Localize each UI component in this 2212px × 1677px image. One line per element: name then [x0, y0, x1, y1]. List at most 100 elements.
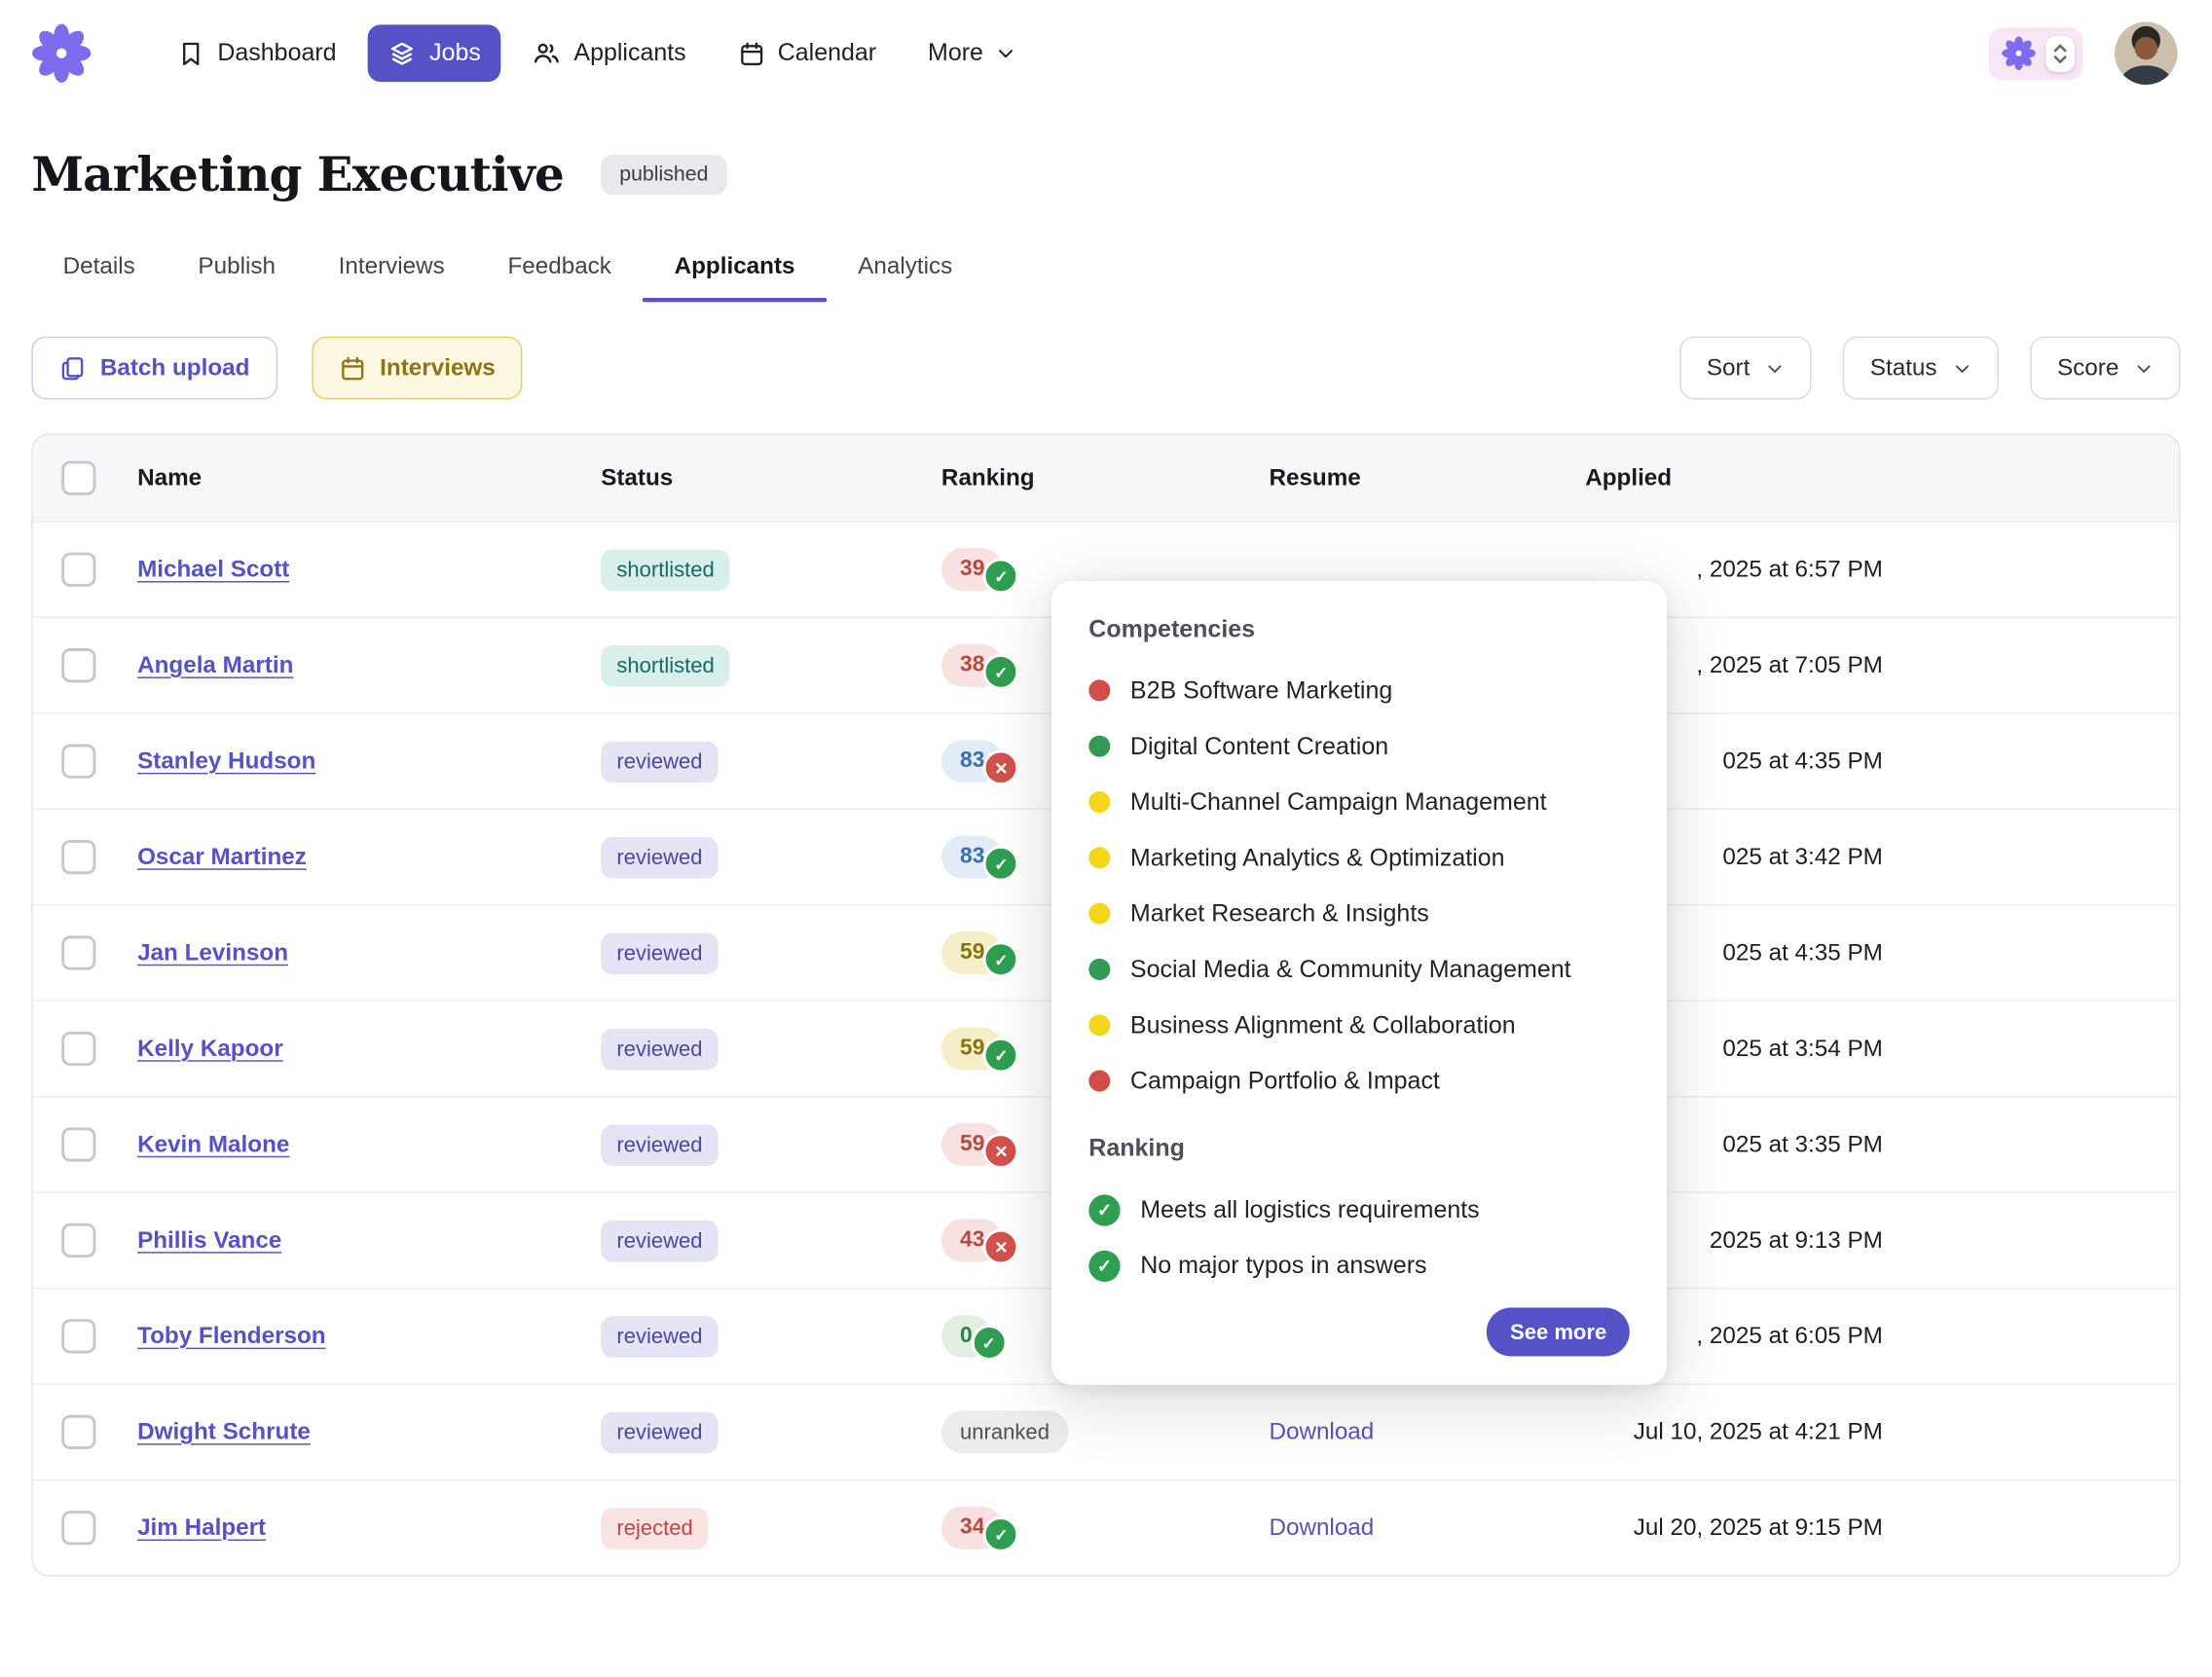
interviews-label: Interviews — [380, 354, 496, 382]
name-cell: Jan Levinson — [137, 939, 601, 966]
row-checkbox[interactable] — [61, 648, 95, 682]
app: DashboardJobs Applicants CalendarMore — [0, 18, 2212, 1677]
candidate-link[interactable]: Michael Scott — [137, 556, 289, 583]
status-badge: reviewed — [601, 1220, 719, 1261]
candidate-link[interactable]: Dwight Schrute — [137, 1418, 311, 1445]
ranking-value: 59 — [960, 1036, 984, 1061]
status-badge: reviewed — [601, 836, 719, 878]
name-cell: Angela Martin — [137, 652, 601, 679]
bookmark-icon — [177, 40, 204, 67]
status-cell: reviewed — [601, 1220, 941, 1261]
ranking-pill: 34✓ — [941, 1507, 1004, 1549]
row-checkbox[interactable] — [61, 1223, 95, 1258]
nav-item-dashboard[interactable]: Dashboard — [158, 24, 357, 82]
nav-item-applicants[interactable]: Applicants — [512, 24, 706, 82]
applied-date: , 2025 at 6:57 PM — [1585, 556, 1883, 583]
tab-applicants[interactable]: Applicants — [643, 237, 827, 303]
name-cell: Dwight Schrute — [137, 1418, 601, 1445]
status-badge: shortlisted — [601, 549, 730, 591]
ranking-value: 38 — [960, 652, 984, 677]
table-row: Dwight SchrutereviewedunrankedDownloadJu… — [33, 1383, 2179, 1478]
ranking-pill: 83✕ — [941, 740, 1004, 783]
candidate-link[interactable]: Jim Halpert — [137, 1514, 266, 1542]
competency-label: Digital Content Creation — [1130, 732, 1388, 760]
candidate-link[interactable]: Angela Martin — [137, 652, 293, 679]
ranking-value: 83 — [960, 748, 984, 774]
tab-publish[interactable]: Publish — [166, 237, 307, 303]
competency-label: Social Media & Community Management — [1130, 955, 1571, 983]
user-avatar[interactable] — [2115, 21, 2178, 85]
pages-icon — [58, 354, 86, 382]
competency-item: Social Media & Community Management — [1088, 941, 1629, 997]
status-dropdown-label: Status — [1870, 354, 1937, 382]
table-row: Jim Halpertrejected34✓DownloadJul 20, 20… — [33, 1479, 2179, 1575]
ranking-value: 0 — [960, 1324, 973, 1349]
competencies-popover: Competencies B2B Software MarketingDigit… — [1051, 581, 1667, 1385]
column-header-label: Applied — [1585, 464, 1672, 492]
row-checkbox-cell — [33, 935, 137, 969]
tab-details[interactable]: Details — [31, 237, 166, 303]
batch-upload-button[interactable]: Batch upload — [31, 337, 276, 400]
applied-cell: 025 at 3:54 PM — [1585, 1036, 2180, 1063]
competency-dot-yellow — [1088, 791, 1110, 813]
resume-cell: Download — [1269, 1514, 1585, 1542]
nav-item-jobs[interactable]: Jobs — [368, 24, 501, 82]
check-icon: ✓ — [983, 1038, 1019, 1074]
app-logo-flower-icon[interactable] — [31, 23, 92, 84]
sort-dropdown-label: Sort — [1707, 354, 1750, 382]
candidate-link[interactable]: Jan Levinson — [137, 939, 288, 966]
competency-item: Digital Content Creation — [1088, 718, 1629, 774]
workspace-switcher[interactable] — [1989, 27, 2083, 80]
row-checkbox[interactable] — [61, 1511, 95, 1545]
see-more-button[interactable]: See more — [1487, 1307, 1629, 1356]
row-checkbox[interactable] — [61, 1319, 95, 1353]
competency-item: Marketing Analytics & Optimization — [1088, 830, 1629, 886]
score-dropdown-label: Score — [2057, 354, 2119, 382]
people-icon — [533, 39, 561, 67]
row-checkbox[interactable] — [61, 935, 95, 969]
candidate-link[interactable]: Toby Flenderson — [137, 1323, 326, 1350]
tab-interviews[interactable]: Interviews — [307, 237, 476, 303]
candidate-link[interactable]: Stanley Hudson — [137, 747, 315, 775]
applied-cell: Jul 20, 2025 at 9:15 PM — [1585, 1514, 2180, 1542]
row-checkbox[interactable] — [61, 745, 95, 779]
interviews-button[interactable]: Interviews — [312, 337, 523, 400]
status-dropdown[interactable]: Status — [1843, 337, 1999, 400]
candidate-link[interactable]: Phillis Vance — [137, 1226, 281, 1254]
tab-analytics[interactable]: Analytics — [827, 237, 984, 303]
sort-dropdown[interactable]: Sort — [1679, 337, 1812, 400]
batch-upload-label: Batch upload — [100, 354, 250, 382]
row-checkbox[interactable] — [61, 1415, 95, 1449]
row-checkbox-cell — [33, 1127, 137, 1161]
ranking-value: 39 — [960, 557, 984, 582]
candidate-link[interactable]: Kevin Malone — [137, 1131, 289, 1158]
row-checkbox[interactable] — [61, 840, 95, 874]
ranking-pill: 59✓ — [941, 1027, 1004, 1070]
check-icon: ✓ — [983, 941, 1019, 977]
tab-feedback[interactable]: Feedback — [476, 237, 643, 303]
row-checkbox[interactable] — [61, 1127, 95, 1161]
row-checkbox[interactable] — [61, 553, 95, 587]
resume-download-link[interactable]: Download — [1269, 1514, 1374, 1542]
ranking-item: ✓No major typos in answers — [1088, 1237, 1629, 1293]
nav-item-more[interactable]: More — [907, 24, 1036, 82]
resume-download-link[interactable]: Download — [1269, 1418, 1374, 1445]
row-checkbox[interactable] — [61, 1032, 95, 1066]
ranking-cell: 34✓ — [941, 1507, 1270, 1549]
competency-dot-red — [1088, 1071, 1110, 1092]
score-dropdown[interactable]: Score — [2030, 337, 2180, 400]
nav-item-label: Applicants — [573, 39, 685, 67]
candidate-link[interactable]: Kelly Kapoor — [137, 1036, 283, 1063]
check-icon: ✓ — [983, 1516, 1019, 1552]
row-checkbox-cell — [33, 1415, 137, 1449]
select-all-checkbox[interactable] — [61, 461, 95, 495]
popover-title: Competencies — [1088, 615, 1629, 643]
nav-item-calendar[interactable]: Calendar — [718, 24, 897, 82]
applied-cell: 025 at 4:35 PM — [1585, 747, 2180, 775]
cross-icon: ✕ — [983, 1133, 1019, 1169]
job-tabs: DetailsPublishInterviewsFeedbackApplican… — [31, 237, 2180, 303]
candidate-link[interactable]: Oscar Martinez — [137, 844, 307, 871]
ranking-pill: 83✓ — [941, 836, 1004, 879]
check-icon: ✓ — [983, 558, 1019, 594]
competency-item: Multi-Channel Campaign Management — [1088, 774, 1629, 829]
